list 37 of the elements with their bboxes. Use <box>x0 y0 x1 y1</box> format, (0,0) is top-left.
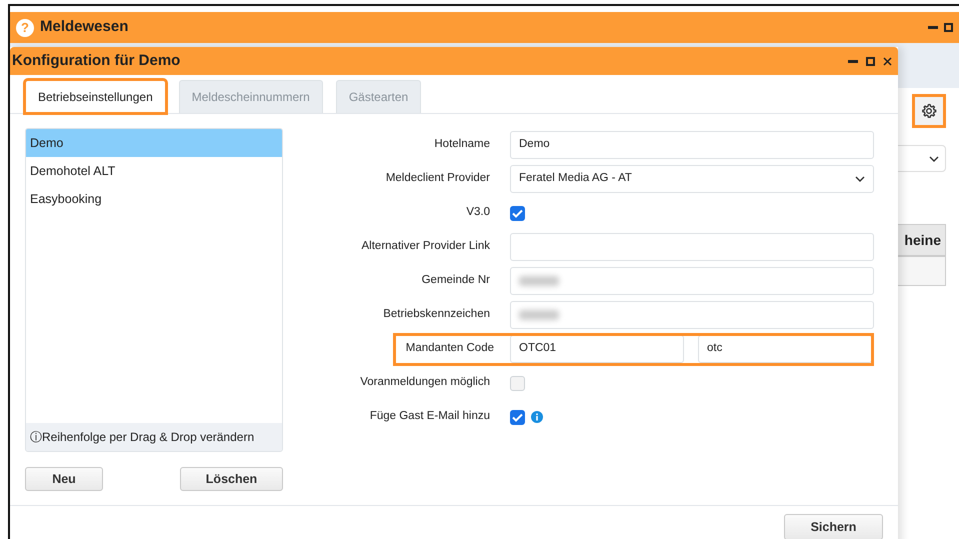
tab[interactable]: Betriebseinstellungen <box>25 80 166 113</box>
field-label: Gemeinde Nr <box>420 273 491 288</box>
field-label: Hotelname <box>433 137 491 152</box>
settings-button[interactable] <box>912 94 946 128</box>
input-field[interactable] <box>510 301 874 329</box>
chevron-icon <box>929 156 939 162</box>
input-field[interactable]: OTC01 <box>510 335 684 363</box>
hint-text: ⓘReihenfolge per Drag & Drop verändern <box>26 423 282 451</box>
field-label: Meldeclient Provider <box>384 171 491 186</box>
save-button[interactable]: Sichern <box>784 514 883 539</box>
field-label: Mandanten Code <box>404 341 495 356</box>
checkbox[interactable] <box>510 410 525 424</box>
checkbox[interactable] <box>510 206 525 220</box>
list-item[interactable]: Easybooking <box>26 185 282 213</box>
settings-icon <box>921 103 937 119</box>
chevron-icon <box>855 176 865 182</box>
window-title: Meldewesen <box>40 17 128 38</box>
maximize-icon[interactable] <box>944 23 953 32</box>
new-button[interactable]: Neu <box>25 467 103 491</box>
dropdown-field[interactable]: Feratel Media AG - AT <box>510 165 874 193</box>
info-icon[interactable] <box>531 411 543 423</box>
close-icon[interactable] <box>883 56 892 66</box>
input-field[interactable] <box>510 233 874 261</box>
field-label: V3.0 <box>465 205 491 220</box>
maximize-icon[interactable] <box>866 56 875 66</box>
list-item[interactable]: Demo <box>26 129 282 157</box>
input-field[interactable]: otc <box>698 335 872 363</box>
minimize-icon[interactable] <box>848 60 858 62</box>
input-field[interactable] <box>510 267 874 295</box>
list-item[interactable]: Demohotel ALT <box>26 157 282 185</box>
field-label: Füge Gast E-Mail hinzu <box>368 409 491 424</box>
input-field[interactable]: Demo <box>510 131 874 159</box>
field-label: Betriebskennzeichen <box>382 307 491 322</box>
field-label: Voranmeldungen möglich <box>359 375 491 390</box>
field-label: Alternativer Provider Link <box>360 239 491 254</box>
delete-button[interactable]: Löschen <box>180 467 283 491</box>
dialog-title: Konfiguration für Demo <box>12 50 182 71</box>
